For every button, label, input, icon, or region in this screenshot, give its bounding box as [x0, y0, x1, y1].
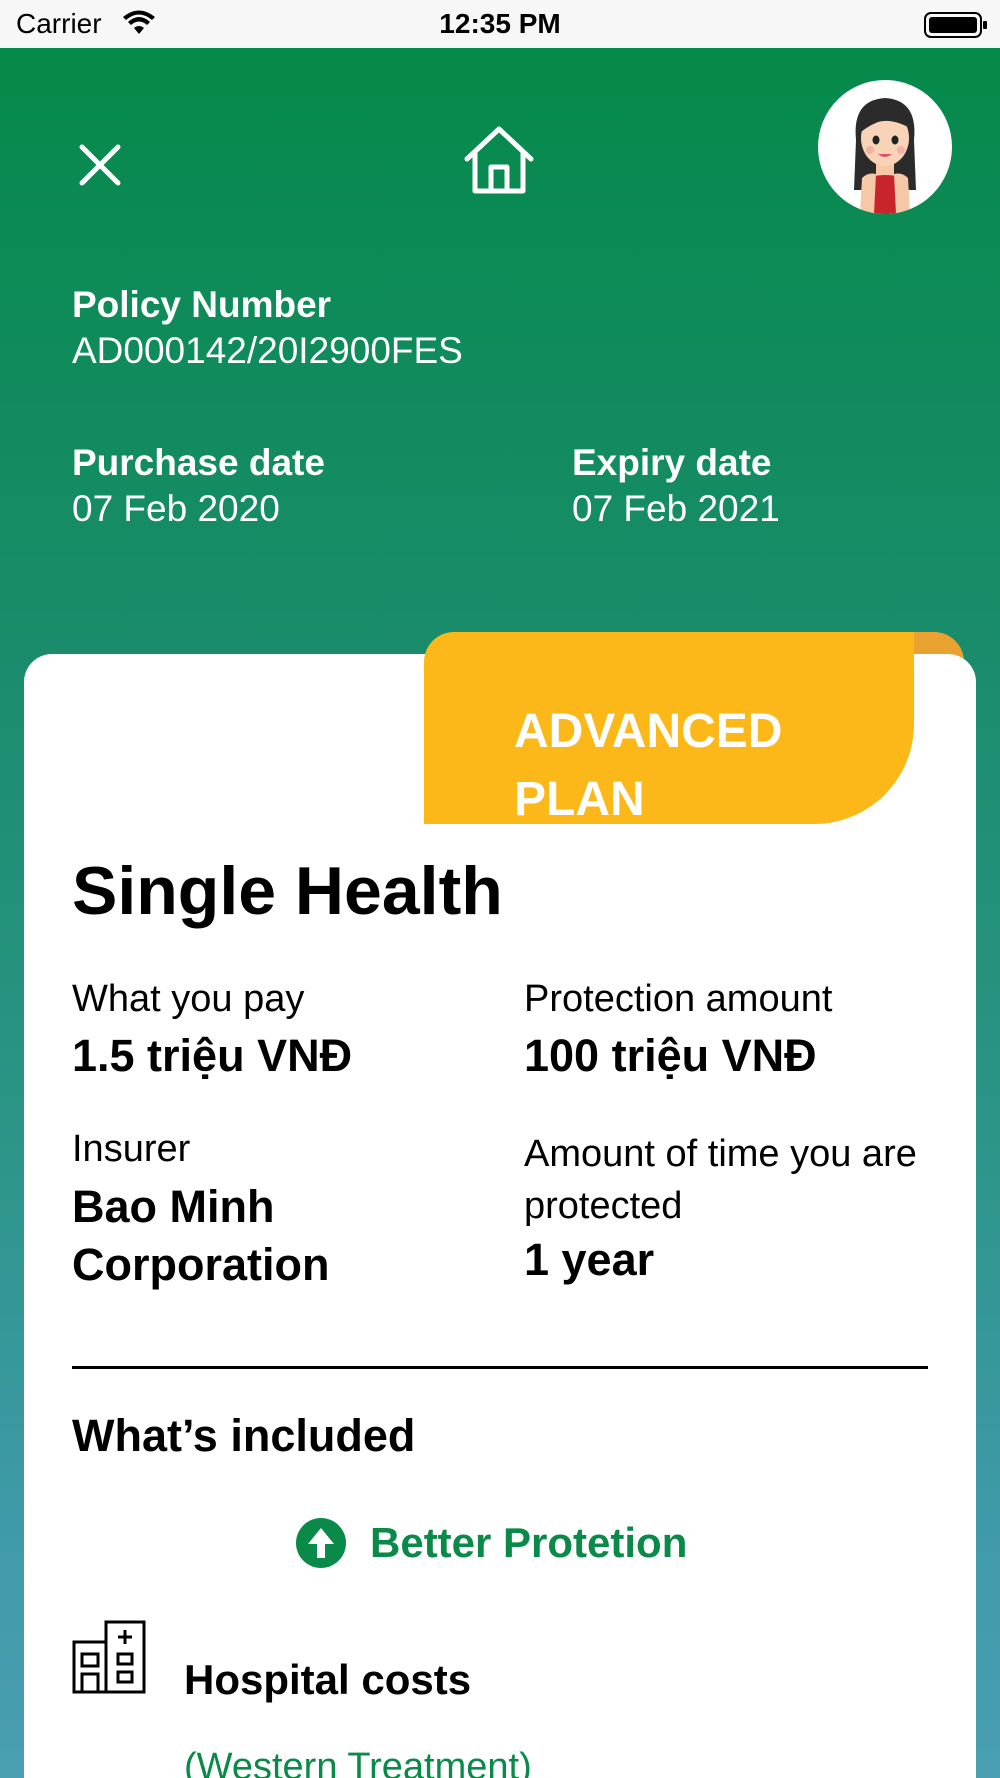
expiry-date-value: 07 Feb 2021 [572, 488, 780, 529]
better-protection-label: Better Protetion [370, 1519, 688, 1566]
purchase-date-value: 07 Feb 2020 [72, 488, 280, 529]
home-icon [464, 126, 534, 194]
whats-included-title: What’s included [72, 1410, 416, 1461]
better-protection-link[interactable]: Better Protetion [296, 1518, 687, 1568]
protected-time-label: Amount of time you are protected [524, 1133, 917, 1227]
expiry-date-label: Expiry date [572, 442, 772, 483]
hospital-costs-subtitle: (Western Treatment) [184, 1746, 532, 1778]
arrow-up-icon [296, 1518, 346, 1568]
protected-time-value: 1 year [524, 1234, 655, 1285]
status-time: 12:35 PM [439, 8, 561, 39]
insurer-label: Insurer [72, 1128, 191, 1170]
section-divider [72, 1366, 928, 1369]
close-icon [79, 144, 121, 186]
protection-amount-label: Protection amount [524, 978, 833, 1020]
purchase-date-label: Purchase date [72, 442, 325, 483]
product-title: Single Health [72, 853, 503, 929]
battery-icon [924, 12, 987, 38]
protection-amount-value: 100 triệu VNĐ [524, 1030, 817, 1081]
plan-ribbon-label: ADVANCED PLAN [514, 705, 783, 826]
close-button[interactable] [70, 135, 130, 195]
avatar-illustration-icon [854, 98, 916, 214]
policy-number-label: Policy Number [72, 284, 332, 325]
insurer-value: Bao Minh Corporation [72, 1181, 330, 1290]
plan-ribbon: ADVANCED PLAN [424, 632, 914, 826]
status-bar: Carrier 12:35 PM [0, 0, 1000, 48]
hospital-icon [72, 1620, 146, 1694]
home-button[interactable] [458, 118, 540, 200]
hospital-costs-label: Hospital costs [184, 1656, 472, 1703]
policy-number-value: AD000142/20I2900FES [72, 330, 463, 371]
what-you-pay-label: What you pay [72, 978, 305, 1020]
what-you-pay-value: 1.5 triệu VNĐ [72, 1030, 353, 1081]
user-avatar[interactable] [818, 80, 952, 214]
